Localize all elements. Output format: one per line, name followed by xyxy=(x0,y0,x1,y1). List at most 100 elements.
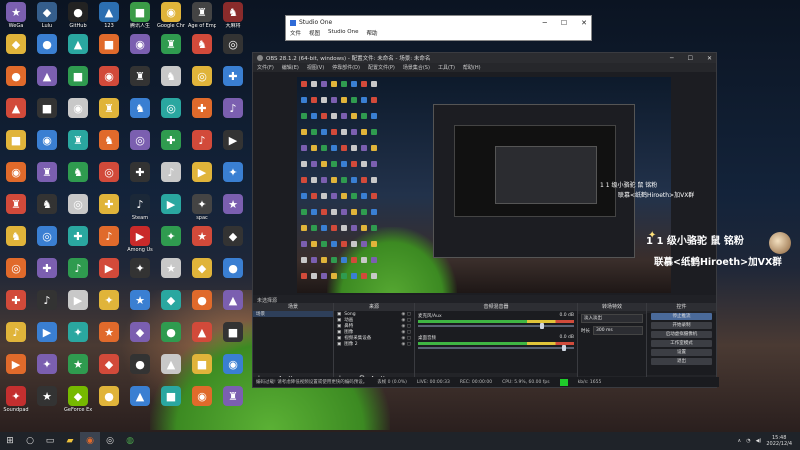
desktop-icon[interactable]: ▲ xyxy=(126,386,154,407)
stop-streaming-button[interactable]: 停止推流 xyxy=(651,313,712,320)
task-view-icon[interactable]: ▭ xyxy=(40,432,60,450)
obs-taskbar-icon[interactable]: ◎ xyxy=(100,432,120,450)
desktop-icon[interactable]: ● xyxy=(33,34,61,55)
desktop-icon[interactable]: ■ xyxy=(157,386,185,407)
visibility-lock-icons[interactable]: ◉ ▢ xyxy=(401,336,414,341)
desktop-icon[interactable]: ▶ xyxy=(33,322,61,343)
desktop-icon[interactable]: ★ WeGa xyxy=(2,2,30,29)
desktop-icon[interactable]: ◉ xyxy=(188,386,216,407)
desktop-icon[interactable]: ◆ xyxy=(126,322,154,343)
desktop-icon[interactable]: ♪ xyxy=(188,130,216,151)
desktop-icon[interactable]: ◎ xyxy=(95,162,123,183)
desktop-icon[interactable]: ▲ xyxy=(157,354,185,375)
menu-file[interactable]: 文件 xyxy=(290,29,301,37)
desktop-icon[interactable]: ✦ xyxy=(157,226,185,247)
desktop-icon[interactable]: ✚ xyxy=(219,66,247,87)
visibility-lock-icons[interactable]: ◉ ▢ xyxy=(401,312,414,317)
desktop-icon[interactable]: ■ xyxy=(95,34,123,55)
visibility-lock-icons[interactable]: ◉ ▢ xyxy=(401,342,414,347)
menu-edit[interactable]: 编辑(E) xyxy=(282,64,299,71)
desktop-icon[interactable]: ▶ Among Us xyxy=(126,226,154,253)
desktop-icon[interactable]: ◉ xyxy=(95,66,123,87)
visibility-lock-icons[interactable]: ◉ ▢ xyxy=(401,330,414,335)
desktop-icon[interactable]: ◉ xyxy=(33,130,61,151)
desktop-icon[interactable]: ■ xyxy=(2,130,30,151)
close-button[interactable]: ✕ xyxy=(581,19,587,27)
minimize-button[interactable]: ─ xyxy=(543,19,547,27)
desktop-icon[interactable]: ▲ 123 xyxy=(95,2,123,29)
desktop-icon[interactable]: ✦ spac xyxy=(188,194,216,221)
desktop-icon[interactable]: ● GitHub xyxy=(64,2,92,29)
desktop-icon[interactable]: ● xyxy=(95,386,123,407)
desktop-icon[interactable]: ◆ xyxy=(157,290,185,311)
volume-slider[interactable] xyxy=(418,345,574,351)
desktop-icon[interactable]: ♪ xyxy=(2,322,30,343)
menu-help[interactable]: 帮助 xyxy=(367,29,378,37)
desktop-icon[interactable]: ✦ xyxy=(33,354,61,375)
desktop-icon[interactable]: ▶ xyxy=(157,194,185,215)
desktop-icon[interactable]: ● xyxy=(157,322,185,343)
desktop-icon[interactable]: ◎ xyxy=(2,258,30,279)
search-icon[interactable]: ○ xyxy=(20,432,40,450)
volume-slider-handle[interactable] xyxy=(561,345,566,351)
source-item[interactable]: ▣ 图像 2 ◉ ▢ xyxy=(334,341,414,348)
desktop-icon[interactable]: ▶ xyxy=(95,258,123,279)
chrome-taskbar-icon[interactable]: ◍ xyxy=(120,432,140,450)
desktop-icon[interactable]: ◆ xyxy=(188,258,216,279)
desktop-icon[interactable]: ✦ xyxy=(64,322,92,343)
desktop-icon[interactable]: ■ xyxy=(219,322,247,343)
start-recording-button[interactable]: 开始录制 xyxy=(651,322,712,329)
desktop-icon[interactable]: ♪ xyxy=(157,162,185,183)
desktop-icon[interactable]: ♜ xyxy=(95,98,123,119)
desktop-icon[interactable]: ▲ xyxy=(33,66,61,87)
browser-icon[interactable]: ◉ xyxy=(80,432,100,450)
studio-mode-button[interactable]: 工作室模式 xyxy=(651,340,712,347)
studio-one-window[interactable]: Studio One ─ ☐ ✕ 文件 视图 Studio One 帮助 xyxy=(285,15,592,41)
desktop-icon[interactable]: ● xyxy=(219,258,247,279)
start-icon[interactable]: ⊞ xyxy=(0,432,20,450)
menu-docks[interactable]: 停靠部件(D) xyxy=(332,64,360,71)
desktop-icon[interactable]: ◆ xyxy=(95,354,123,375)
maximize-button[interactable]: ☐ xyxy=(688,55,693,62)
desktop-icon[interactable]: ■ 腾讯人生 xyxy=(126,2,154,29)
menu-studio-one[interactable]: Studio One xyxy=(328,29,358,37)
desktop-icon[interactable]: ♜ xyxy=(126,66,154,87)
desktop-icon[interactable]: ♞ xyxy=(126,98,154,119)
desktop-icon[interactable]: ◎ xyxy=(188,66,216,87)
minimize-button[interactable]: ─ xyxy=(670,55,674,62)
desktop-icon[interactable]: ■ xyxy=(188,354,216,375)
menu-scene-collection[interactable]: 场景集合(S) xyxy=(403,64,430,71)
desktop-icon[interactable]: ◎ xyxy=(33,226,61,247)
scene-item[interactable]: 场景 xyxy=(253,311,333,317)
settings-button[interactable]: 设置 xyxy=(651,349,712,356)
desktop-icon[interactable]: ▲ xyxy=(219,290,247,311)
menu-profile[interactable]: 配置文件(P) xyxy=(368,64,395,71)
desktop-icon[interactable]: ★ xyxy=(157,258,185,279)
desktop-icon[interactable]: ▲ xyxy=(188,322,216,343)
close-button[interactable]: ✕ xyxy=(707,55,712,62)
desktop-icon[interactable]: ▶ xyxy=(219,130,247,151)
desktop-icon[interactable]: ✦ Soundpad xyxy=(2,386,30,413)
desktop-icon[interactable]: ◎ xyxy=(126,130,154,151)
desktop-icon[interactable]: ♜ xyxy=(33,162,61,183)
desktop-icon[interactable]: ◉ xyxy=(2,162,30,183)
desktop-icon[interactable]: ♪ Steam xyxy=(126,194,154,221)
desktop-icon[interactable]: ◆ xyxy=(2,34,30,55)
chevron-up-icon[interactable]: ∧ xyxy=(738,438,742,444)
menu-view[interactable]: 视图(V) xyxy=(307,64,324,71)
studio-one-titlebar[interactable]: Studio One ─ ☐ ✕ xyxy=(286,16,591,29)
desktop-icon[interactable]: ♪ xyxy=(95,226,123,247)
file-explorer-icon[interactable]: ▰ xyxy=(60,432,80,450)
desktop-icon[interactable]: ■ xyxy=(64,66,92,87)
desktop-icon[interactable]: ▶ xyxy=(2,354,30,375)
desktop-icon[interactable]: ◉ xyxy=(219,354,247,375)
desktop-icon[interactable]: ★ xyxy=(33,386,61,407)
desktop-icon[interactable]: ♪ xyxy=(33,290,61,311)
desktop-icon[interactable]: ★ xyxy=(95,322,123,343)
desktop-icon[interactable]: ★ xyxy=(219,194,247,215)
desktop-icon[interactable]: ★ xyxy=(188,226,216,247)
maximize-button[interactable]: ☐ xyxy=(561,19,567,27)
desktop-icon[interactable]: ◎ xyxy=(219,34,247,55)
desktop-icon[interactable]: ♪ xyxy=(64,258,92,279)
desktop-icon[interactable]: ▲ xyxy=(64,34,92,55)
